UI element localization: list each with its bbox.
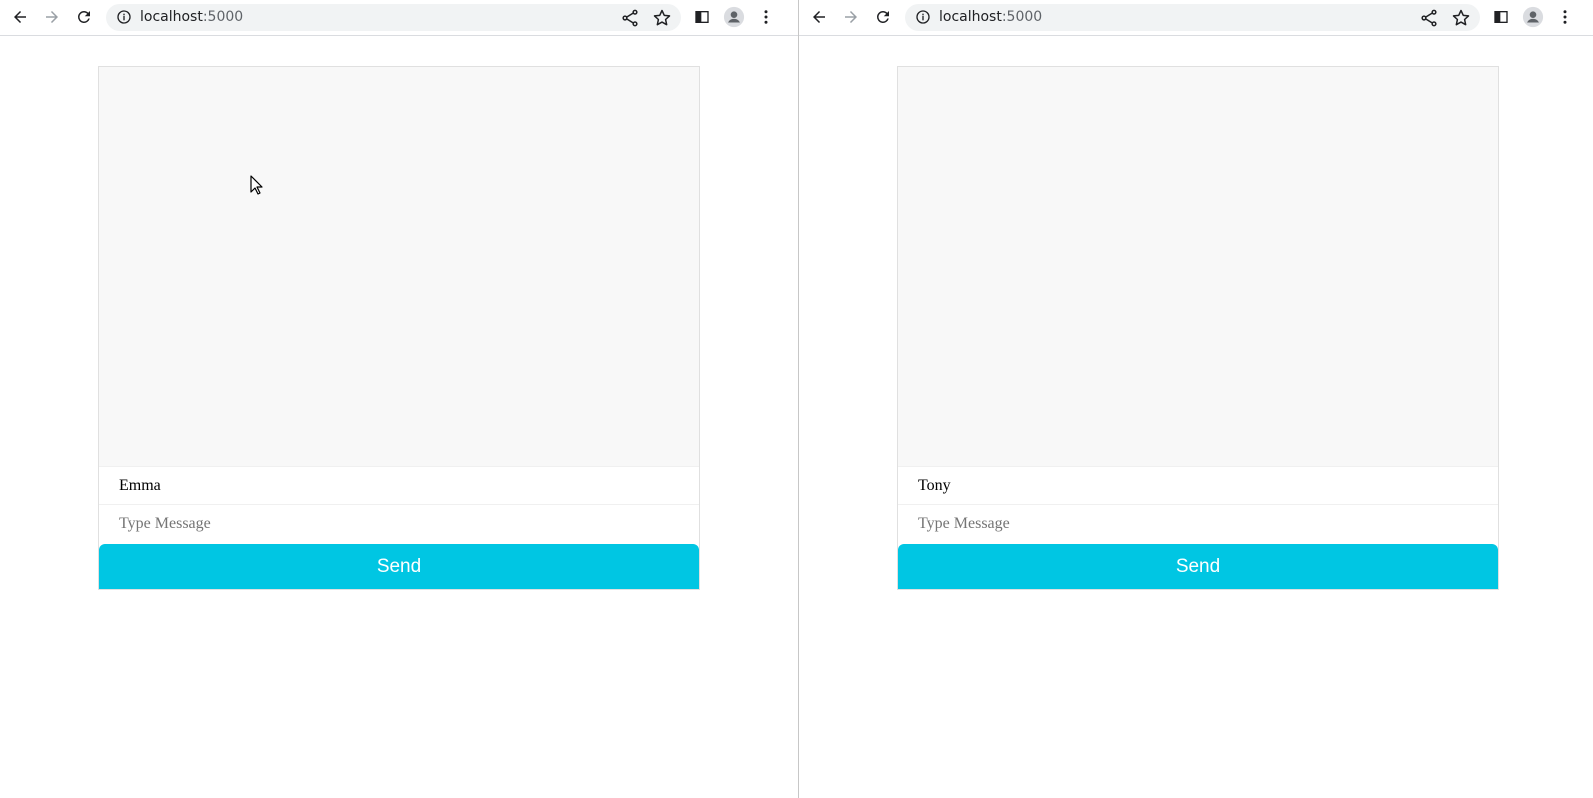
- send-button[interactable]: Send: [99, 544, 699, 589]
- star-icon[interactable]: [1451, 8, 1471, 28]
- page-content: Send: [0, 36, 798, 798]
- chat-card: Send: [98, 66, 700, 590]
- back-arrow-icon[interactable]: [807, 5, 831, 29]
- mouse-cursor-icon: [250, 175, 263, 195]
- url-host: localhost: [939, 9, 1002, 25]
- name-input[interactable]: [99, 466, 699, 504]
- browser-window-left: localhost:5000 Send: [0, 0, 798, 798]
- star-icon[interactable]: [652, 8, 672, 28]
- browser-toolbar: localhost:5000: [799, 0, 1593, 36]
- kebab-menu-icon[interactable]: [1553, 5, 1577, 29]
- reload-icon[interactable]: [871, 5, 895, 29]
- profile-avatar-icon[interactable]: [1521, 5, 1545, 29]
- info-icon[interactable]: [116, 9, 132, 25]
- browser-toolbar: localhost:5000: [0, 0, 798, 36]
- side-panel-icon[interactable]: [690, 5, 714, 29]
- browser-window-right: localhost:5000 Send: [799, 0, 1593, 798]
- url-text: localhost:5000: [939, 9, 1042, 26]
- share-icon[interactable]: [620, 8, 640, 28]
- message-input[interactable]: [99, 504, 699, 542]
- chat-card: Send: [897, 66, 1499, 590]
- info-icon[interactable]: [915, 9, 931, 25]
- side-panel-icon[interactable]: [1489, 5, 1513, 29]
- back-arrow-icon[interactable]: [8, 5, 32, 29]
- reload-icon[interactable]: [72, 5, 96, 29]
- send-button[interactable]: Send: [898, 544, 1498, 589]
- messages-area[interactable]: [99, 67, 699, 466]
- name-input[interactable]: [898, 466, 1498, 504]
- url-port: :5000: [1001, 9, 1043, 25]
- url-text: localhost:5000: [140, 9, 243, 26]
- forward-arrow-icon[interactable]: [839, 5, 863, 29]
- message-input[interactable]: [898, 504, 1498, 542]
- address-bar[interactable]: localhost:5000: [905, 4, 1480, 31]
- forward-arrow-icon[interactable]: [40, 5, 64, 29]
- page-content: Send: [799, 36, 1593, 798]
- share-icon[interactable]: [1419, 8, 1439, 28]
- address-bar[interactable]: localhost:5000: [106, 4, 681, 31]
- kebab-menu-icon[interactable]: [754, 5, 778, 29]
- messages-area[interactable]: [898, 67, 1498, 466]
- url-port: :5000: [202, 9, 244, 25]
- profile-avatar-icon[interactable]: [722, 5, 746, 29]
- url-host: localhost: [140, 9, 203, 25]
